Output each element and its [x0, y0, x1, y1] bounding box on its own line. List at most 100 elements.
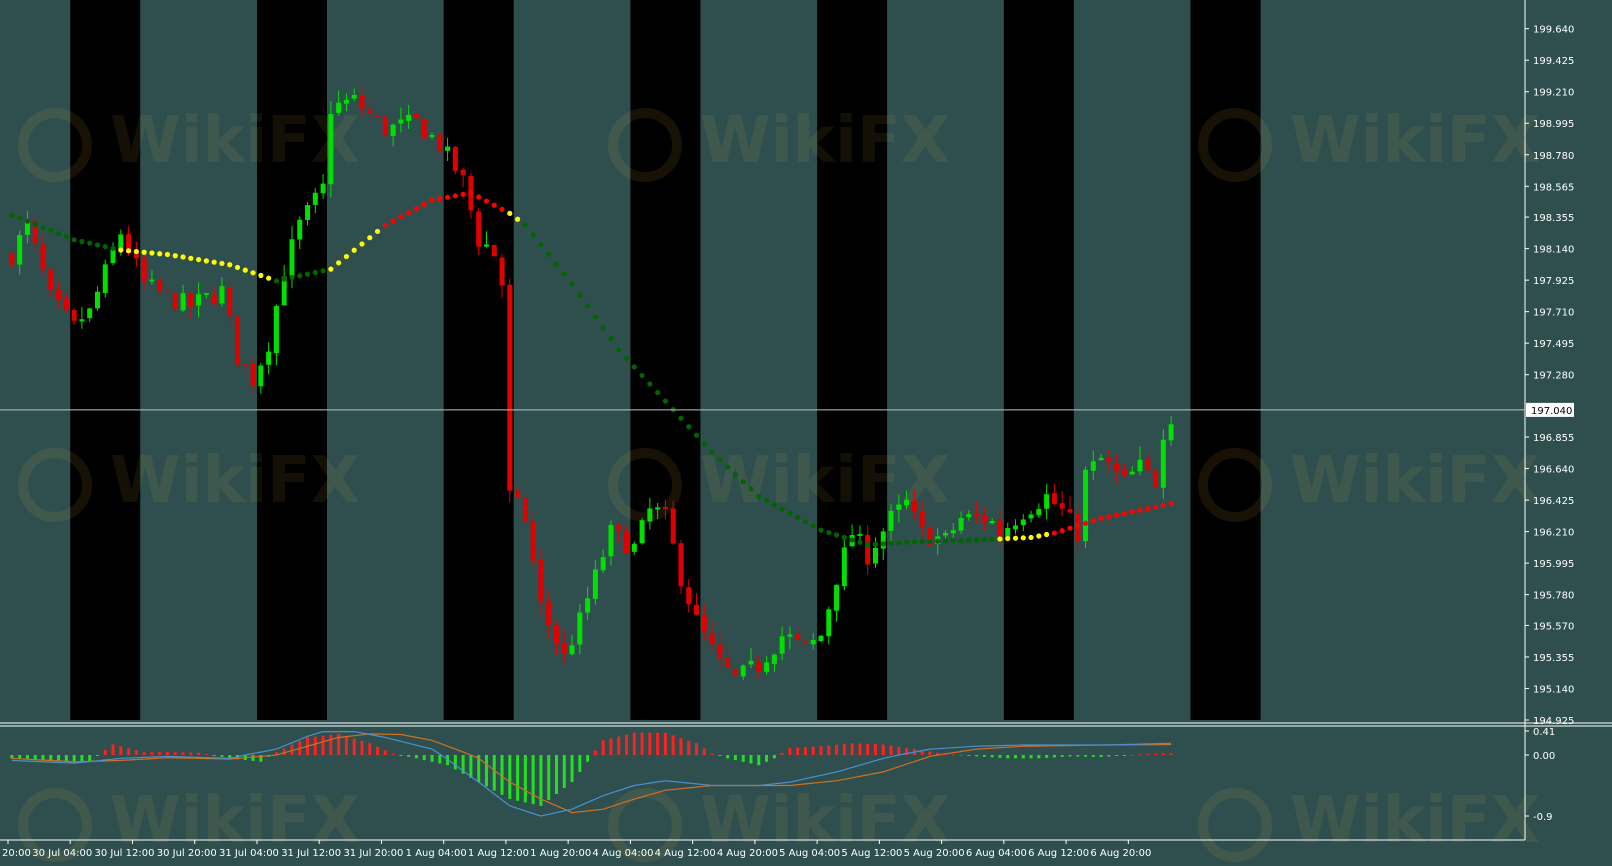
candle-body[interactable]: [172, 292, 178, 310]
candle-body[interactable]: [390, 124, 396, 137]
candle-body[interactable]: [896, 504, 902, 510]
candle-body[interactable]: [639, 520, 645, 544]
candle-body[interactable]: [476, 211, 482, 247]
candle-body[interactable]: [958, 518, 964, 531]
candle-body[interactable]: [211, 294, 217, 304]
candle-body[interactable]: [569, 645, 575, 655]
candle-body[interactable]: [94, 291, 100, 309]
candle-body[interactable]: [266, 351, 272, 365]
candle-body[interactable]: [810, 640, 816, 645]
candle-body[interactable]: [102, 264, 108, 294]
candle-body[interactable]: [242, 363, 248, 366]
candle-body[interactable]: [655, 507, 661, 510]
candle-body[interactable]: [1013, 525, 1019, 530]
candle-body[interactable]: [732, 668, 738, 676]
candle-body[interactable]: [585, 598, 591, 613]
candle-body[interactable]: [600, 557, 606, 571]
candle-body[interactable]: [530, 520, 536, 561]
candle-body[interactable]: [79, 319, 85, 322]
candle-body[interactable]: [631, 543, 637, 552]
candle-body[interactable]: [56, 289, 62, 300]
candle-body[interactable]: [966, 514, 972, 518]
candle-body[interactable]: [779, 636, 785, 654]
candle-body[interactable]: [48, 269, 54, 290]
candle-body[interactable]: [312, 192, 318, 205]
candle-body[interactable]: [141, 258, 147, 282]
candle-body[interactable]: [577, 612, 583, 645]
candle-body[interactable]: [818, 635, 824, 642]
candle-body[interactable]: [592, 569, 598, 599]
candle-body[interactable]: [974, 514, 980, 517]
candle-body[interactable]: [413, 113, 419, 118]
candle-body[interactable]: [624, 531, 630, 554]
candle-body[interactable]: [561, 642, 567, 654]
candle-body[interactable]: [662, 507, 668, 510]
candle-body[interactable]: [1044, 494, 1050, 509]
candle-body[interactable]: [452, 146, 458, 172]
candle-body[interactable]: [40, 244, 46, 270]
candle-body[interactable]: [499, 257, 505, 286]
candle-body[interactable]: [1160, 439, 1166, 488]
candle-body[interactable]: [328, 114, 334, 185]
candle-body[interactable]: [1121, 470, 1127, 475]
candle-body[interactable]: [888, 510, 894, 531]
candle-body[interactable]: [764, 662, 770, 672]
candle-body[interactable]: [235, 316, 241, 365]
candle-body[interactable]: [515, 489, 521, 498]
candle-body[interactable]: [1083, 469, 1089, 542]
candle-body[interactable]: [834, 584, 840, 611]
candle-body[interactable]: [180, 293, 186, 311]
candle-body[interactable]: [670, 508, 676, 544]
candle-body[interactable]: [336, 102, 342, 113]
candle-body[interactable]: [1098, 458, 1104, 461]
candle-body[interactable]: [437, 134, 443, 151]
candle-body[interactable]: [647, 508, 653, 522]
candle-body[interactable]: [1059, 503, 1065, 509]
candle-body[interactable]: [678, 543, 684, 587]
candle-body[interactable]: [919, 511, 925, 527]
candle-body[interactable]: [1153, 470, 1159, 488]
candle-body[interactable]: [1145, 458, 1151, 470]
candle-body[interactable]: [429, 135, 435, 138]
candle-body[interactable]: [857, 533, 863, 536]
candle-body[interactable]: [227, 286, 233, 317]
candle-body[interactable]: [1020, 519, 1026, 526]
candle-body[interactable]: [1168, 424, 1174, 441]
candle-body[interactable]: [491, 244, 497, 257]
candle-body[interactable]: [382, 116, 388, 136]
candle-body[interactable]: [305, 205, 311, 221]
candle-body[interactable]: [802, 640, 808, 645]
candle-body[interactable]: [375, 115, 381, 118]
candle-body[interactable]: [149, 279, 155, 282]
candle-body[interactable]: [1090, 461, 1096, 471]
candle-body[interactable]: [989, 520, 995, 524]
candle-body[interactable]: [297, 219, 303, 240]
candle-body[interactable]: [1137, 459, 1143, 472]
candle-body[interactable]: [188, 292, 194, 307]
candle-body[interactable]: [748, 660, 754, 665]
candle-body[interactable]: [981, 515, 987, 523]
candle-body[interactable]: [17, 235, 23, 265]
candle-body[interactable]: [110, 249, 116, 264]
candle-body[interactable]: [507, 284, 513, 491]
candle-body[interactable]: [771, 654, 777, 664]
candle-body[interactable]: [164, 290, 170, 293]
candle-body[interactable]: [1067, 509, 1073, 513]
candle-body[interactable]: [359, 95, 365, 109]
candle-body[interactable]: [9, 253, 15, 265]
candle-body[interactable]: [460, 169, 466, 175]
candle-body[interactable]: [1129, 471, 1135, 475]
candle-body[interactable]: [258, 365, 264, 387]
candle-body[interactable]: [289, 239, 295, 276]
candle-body[interactable]: [157, 280, 163, 292]
candle-body[interactable]: [421, 119, 427, 139]
candle-body[interactable]: [826, 609, 832, 637]
candle-body[interactable]: [1036, 509, 1042, 516]
candle-body[interactable]: [1051, 493, 1057, 504]
candle-body[interactable]: [1005, 527, 1011, 537]
candle-body[interactable]: [522, 498, 528, 522]
candle-body[interactable]: [616, 525, 622, 531]
candle-body[interactable]: [865, 534, 871, 565]
candle-body[interactable]: [538, 559, 544, 602]
candle-body[interactable]: [756, 662, 762, 672]
